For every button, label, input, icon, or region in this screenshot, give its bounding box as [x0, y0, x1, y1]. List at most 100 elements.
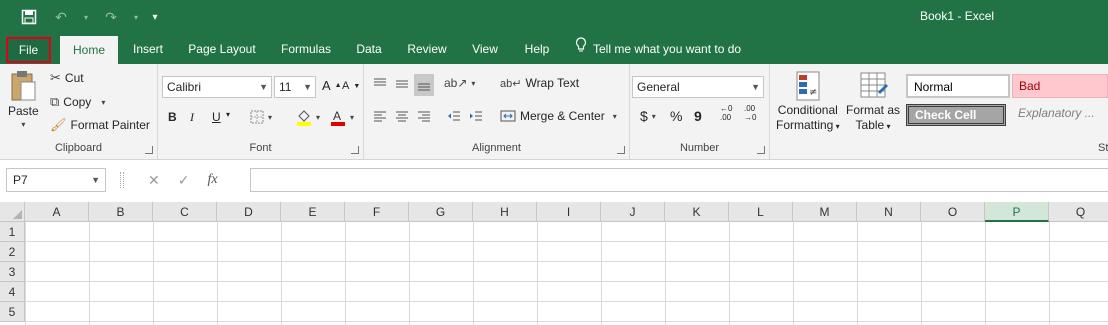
column-header-c[interactable]: C — [153, 202, 217, 222]
decrease-indent-button[interactable] — [446, 108, 462, 124]
format-as-table-icon — [860, 72, 888, 98]
column-header-m[interactable]: M — [793, 202, 857, 222]
decrease-decimal-button[interactable]: .00 →0 — [744, 104, 756, 122]
tab-formulas[interactable]: Formulas — [274, 34, 338, 64]
tab-data[interactable]: Data — [350, 34, 388, 64]
customize-qat-icon[interactable]: ▾ — [150, 6, 160, 28]
format-painter-button[interactable]: 🖌 Format Painter — [50, 117, 150, 133]
tab-help[interactable]: Help — [518, 34, 556, 64]
row-header-2[interactable]: 2 — [0, 242, 25, 262]
copy-button[interactable]: ⧉ Copy ▾ — [50, 94, 105, 110]
row-header-5[interactable]: 5 — [0, 302, 25, 322]
italic-button[interactable]: I — [190, 110, 194, 125]
style-normal[interactable]: Normal — [906, 74, 1010, 98]
increase-font-size-button[interactable]: A ▲ — [322, 78, 342, 93]
number-format-select[interactable]: General ▼ — [632, 76, 764, 98]
style-check-cell[interactable]: Check Cell — [906, 104, 1006, 126]
redo-icon[interactable]: ↷ — [100, 6, 122, 28]
comma-button[interactable]: 9 — [694, 108, 702, 124]
style-bad[interactable]: Bad — [1012, 74, 1108, 98]
tab-home[interactable]: Home — [60, 36, 118, 64]
column-header-j[interactable]: J — [601, 202, 665, 222]
paste-button[interactable]: Paste ▾ — [8, 70, 39, 129]
dialog-launcher-icon[interactable] — [617, 146, 625, 154]
cell-area[interactable] — [25, 222, 1108, 325]
borders-button[interactable]: ▾ — [250, 110, 272, 124]
cancel-icon[interactable]: ✕ — [148, 172, 160, 189]
align-left-button[interactable] — [372, 108, 388, 124]
row-header-3[interactable]: 3 — [0, 262, 25, 282]
top-align-button[interactable] — [372, 76, 388, 92]
currency-button[interactable]: $ ▾ — [640, 108, 656, 124]
clipboard-group-label: Clipboard — [54, 142, 103, 154]
column-header-k[interactable]: K — [665, 202, 729, 222]
formula-input[interactable] — [250, 168, 1108, 192]
insert-function-icon[interactable]: fx — [207, 172, 217, 188]
tab-page-layout[interactable]: Page Layout — [182, 34, 262, 64]
chevron-down-icon[interactable]: ▾ — [82, 6, 90, 28]
underline-button[interactable]: U — [212, 110, 221, 124]
decrease-indent-icon — [448, 111, 460, 121]
column-header-g[interactable]: G — [409, 202, 473, 222]
save-icon[interactable] — [18, 6, 40, 28]
column-header-h[interactable]: H — [473, 202, 537, 222]
merge-center-button[interactable]: Merge & Center ▾ — [500, 108, 617, 124]
window-title: Book1 - Excel — [920, 9, 995, 23]
column-header-d[interactable]: D — [217, 202, 281, 222]
quick-access-toolbar: ↶ ▾ ↷ ▾ ▾ — [18, 6, 160, 28]
undo-icon[interactable]: ↶ — [50, 6, 72, 28]
increase-decimal-button[interactable]: ←0.00 — [720, 104, 732, 122]
font-size-select[interactable]: 11 ▼ — [274, 76, 316, 98]
row-header-1[interactable]: 1 — [0, 222, 25, 242]
tab-file[interactable]: File — [6, 37, 51, 63]
align-center-button[interactable] — [394, 108, 410, 124]
column-header-n[interactable]: N — [857, 202, 921, 222]
cut-button[interactable]: ✂ Cut — [50, 70, 84, 86]
percent-button[interactable]: % — [670, 108, 682, 124]
tell-me-box[interactable]: Tell me what you want to do — [575, 34, 741, 64]
tab-view[interactable]: View — [466, 34, 504, 64]
fill-color-button[interactable]: ▾ — [296, 108, 320, 126]
tab-insert[interactable]: Insert — [126, 34, 170, 64]
select-all-button[interactable] — [0, 202, 25, 222]
column-header-f[interactable]: F — [345, 202, 409, 222]
bottom-align-button[interactable] — [414, 74, 434, 96]
column-header-l[interactable]: L — [729, 202, 793, 222]
dialog-launcher-icon[interactable] — [757, 146, 765, 154]
font-color-icon: A — [331, 109, 345, 126]
row-header-4[interactable]: 4 — [0, 282, 25, 302]
column-header-e[interactable]: E — [281, 202, 345, 222]
tab-review[interactable]: Review — [400, 34, 454, 64]
styles-group: ≠ Conditional Formatting ▾ Format as Tab… — [770, 64, 1108, 160]
increase-indent-button[interactable] — [468, 108, 484, 124]
column-header-a[interactable]: A — [25, 202, 89, 222]
chevron-down-icon[interactable]: ▾ — [226, 110, 230, 119]
conditional-formatting-button[interactable]: ≠ Conditional Formatting ▾ — [776, 70, 840, 132]
align-right-icon — [418, 111, 430, 122]
column-header-b[interactable]: B — [89, 202, 153, 222]
middle-align-button[interactable] — [394, 76, 410, 92]
column-header-o[interactable]: O — [921, 202, 985, 222]
format-as-table-button[interactable]: Format as Table ▾ — [846, 70, 900, 132]
chevron-down-icon[interactable]: ▾ — [132, 6, 140, 28]
clipboard-group: Paste ▾ ✂ Cut ⧉ Copy ▾ 🖌 Format Painter … — [0, 64, 158, 160]
wrap-text-button[interactable]: ab↵ Wrap Text — [500, 76, 579, 90]
font-name-select[interactable]: Calibri ▼ — [162, 76, 272, 98]
style-explanatory[interactable]: Explanatory ... — [1012, 102, 1108, 126]
dialog-launcher-icon[interactable] — [145, 146, 153, 154]
orientation-button[interactable]: ab↗ ▾ — [444, 76, 475, 90]
decrease-font-size-button[interactable]: A ▼ — [342, 80, 360, 92]
font-color-button[interactable]: A ▾ — [330, 108, 354, 126]
chevron-down-icon: ▼ — [259, 82, 268, 92]
name-box[interactable]: P7 ▼ — [6, 168, 106, 192]
conditional-formatting-label-1: Conditional — [777, 103, 838, 117]
bold-button[interactable]: B — [168, 110, 177, 124]
dialog-launcher-icon[interactable] — [351, 146, 359, 154]
column-header-q[interactable]: Q — [1049, 202, 1108, 222]
column-header-p[interactable]: P — [985, 202, 1049, 222]
enter-icon[interactable]: ✓ — [178, 172, 190, 189]
merge-icon — [500, 110, 516, 122]
formula-bar: P7 ▼ ✕ ✓ fx — [0, 160, 1108, 200]
column-header-i[interactable]: I — [537, 202, 601, 222]
align-right-button[interactable] — [416, 108, 432, 124]
